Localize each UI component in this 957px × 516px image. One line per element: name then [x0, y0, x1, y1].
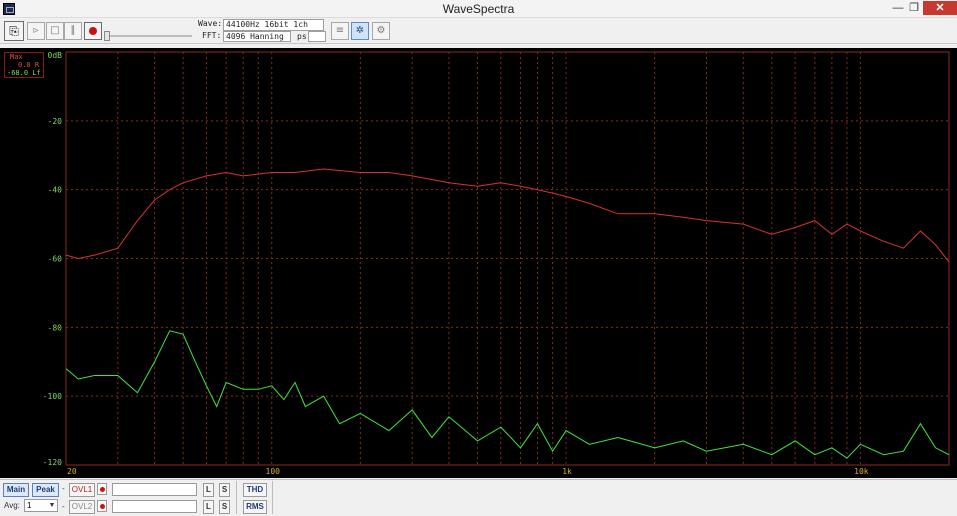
- separator: [236, 481, 237, 514]
- peak-hold-icon[interactable]: ✲: [351, 22, 369, 40]
- peak-button[interactable]: Peak: [32, 483, 59, 497]
- avg-select[interactable]: 1 ▼: [24, 499, 58, 512]
- l-button-2[interactable]: L: [203, 500, 214, 514]
- y-tick-label: -100: [43, 392, 62, 401]
- close-icon[interactable]: ✕: [923, 1, 957, 15]
- s-button-2[interactable]: S: [219, 500, 230, 514]
- play-icon[interactable]: ▹: [27, 22, 45, 40]
- legend-title: Max: [10, 53, 23, 61]
- legend-right-value: 0.0 R: [18, 61, 40, 69]
- spectrum-plot: 0dB -20 -40 -60 -80 -100 -120 20 100 1k 10k: [43, 51, 950, 476]
- x-tick-label: 100: [266, 467, 281, 476]
- fft-setting-field[interactable]: 4096 Hanning: [223, 31, 291, 42]
- record-button[interactable]: [84, 22, 102, 40]
- x-tick-label: 20: [67, 467, 77, 476]
- y-tick-label: -20: [48, 117, 63, 126]
- title-bar: WaveSpectra — ❐ ✕: [0, 0, 957, 18]
- wave-label: Wave:: [198, 19, 223, 28]
- ovl2-indicator[interactable]: OVL2: [69, 500, 95, 514]
- y-tick-label: 0dB: [48, 51, 63, 60]
- separator: [272, 481, 273, 514]
- stop-icon[interactable]: □: [46, 22, 64, 40]
- spectrum-chart: 0dB -20 -40 -60 -80 -100 -120 20 100 1k 10k: [0, 48, 957, 478]
- ovl1-indicator[interactable]: OVL1: [69, 483, 95, 497]
- playback-slider-track[interactable]: [104, 35, 192, 37]
- legend: Max 0.0 R -68.0 Lf: [4, 52, 44, 78]
- y-tick-label: -40: [48, 186, 63, 195]
- ps-field[interactable]: [308, 31, 326, 42]
- pause-icon[interactable]: ∥: [64, 22, 82, 40]
- avg-value: 1: [27, 501, 32, 510]
- level-meter-2: [112, 500, 197, 513]
- legend-left-value: -68.0 Lf: [7, 69, 41, 77]
- main-button[interactable]: Main: [3, 483, 29, 497]
- playback-slider-thumb[interactable]: [104, 31, 110, 41]
- y-tick-label: -80: [48, 323, 63, 332]
- x-tick-label: 1k: [562, 467, 572, 476]
- rms-button[interactable]: RMS: [243, 500, 267, 514]
- s-button-1[interactable]: S: [219, 483, 230, 497]
- thd-button[interactable]: THD: [243, 483, 267, 497]
- avg-label: Avg:: [4, 501, 20, 510]
- ovl1-dash: -: [62, 484, 65, 493]
- level-meter-1: [112, 483, 197, 496]
- l-button-1[interactable]: L: [203, 483, 214, 497]
- wavespectra-window: WaveSpectra — ❐ ✕ ⎘ ▹ □ ∥ Wave: 44100Hz …: [0, 0, 957, 516]
- y-tick-label: -120: [43, 458, 62, 467]
- fft-label: FFT:: [202, 31, 222, 40]
- view-options-icon[interactable]: ≡: [331, 22, 349, 40]
- x-tick-label: 10k: [854, 467, 869, 476]
- restore-icon[interactable]: ❐: [905, 1, 923, 15]
- y-tick-label: -60: [48, 255, 63, 264]
- ovl2-record-icon[interactable]: [97, 500, 107, 512]
- ovl2-dash: -: [62, 502, 65, 511]
- ovl1-record-icon[interactable]: [97, 483, 107, 495]
- toolbar: [0, 18, 957, 44]
- window-title: WaveSpectra: [442, 2, 515, 16]
- record-icon: [89, 27, 97, 35]
- wave-format-field[interactable]: 44100Hz 16bit 1ch: [223, 19, 324, 31]
- chevron-down-icon: ▼: [48, 502, 56, 509]
- settings-icon[interactable]: ⚙: [372, 22, 390, 40]
- file-open-icon[interactable]: ⎘: [4, 21, 24, 41]
